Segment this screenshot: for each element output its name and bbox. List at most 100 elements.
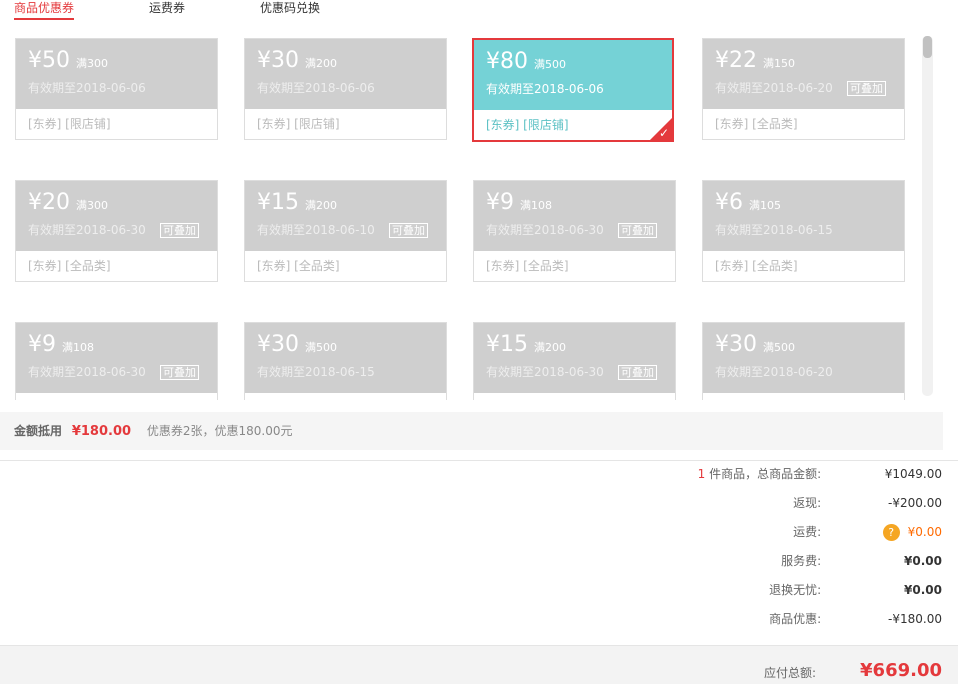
- coupon-amount: ¥30: [715, 332, 757, 357]
- coupon-header: ¥30 满500 有效期至2018-06-20: [703, 323, 904, 393]
- coupon-expiry: 有效期至2018-06-06: [28, 81, 146, 95]
- coupon-amount: ¥15: [257, 190, 299, 215]
- coupon-card[interactable]: ¥15 满200 有效期至2018-06-30 可叠加: [473, 322, 676, 400]
- return-value: ¥0.00: [904, 583, 942, 597]
- return-label: 退换无忧:: [769, 583, 822, 597]
- coupon-card[interactable]: ¥9 满108 有效期至2018-06-30 可叠加 [东券] [全品类]: [473, 180, 676, 282]
- price-row-shipping: 运费: ? ¥0.00: [542, 521, 942, 550]
- stackable-badge: 可叠加: [160, 365, 199, 380]
- coupon-card[interactable]: ¥20 满300 有效期至2018-06-30 可叠加 [东券] [全品类]: [15, 180, 218, 282]
- cashback-label: 返现:: [793, 496, 822, 510]
- divider: [0, 460, 958, 461]
- coupon-expiry: 有效期至2018-06-06: [486, 82, 604, 96]
- tab-product-coupons[interactable]: 商品优惠券: [14, 0, 74, 20]
- coupon-amount: ¥9: [486, 190, 514, 215]
- coupon-tags: [东券] [全品类]: [245, 251, 446, 281]
- coupon-threshold: 满200: [305, 199, 337, 212]
- coupon-expiry: 有效期至2018-06-20: [715, 365, 833, 379]
- coupon-threshold: 满500: [534, 58, 566, 71]
- tab-shipping-coupons[interactable]: 运费券: [149, 0, 189, 20]
- coupon-tags: [东券] [限店铺]: [474, 110, 672, 140]
- scrollbar-thumb[interactable]: [923, 36, 932, 58]
- coupon-list: ¥50 满300 有效期至2018-06-06 [东券] [限店铺] ¥30 满200 有效…: [0, 28, 940, 400]
- coupon-tags: [703, 393, 904, 400]
- coupon-tags: [东券] [限店铺]: [245, 109, 446, 139]
- item-count: 1: [697, 467, 706, 481]
- coupon-card[interactable]: ¥15 满200 有效期至2018-06-10 可叠加 [东券] [全品类]: [244, 180, 447, 282]
- coupon-amount: ¥22: [715, 48, 757, 73]
- coupon-amount: ¥15: [486, 332, 528, 357]
- coupon-card[interactable]: ¥9 满108 有效期至2018-06-30 可叠加: [15, 322, 218, 400]
- coupon-amount: ¥30: [257, 332, 299, 357]
- coupon-threshold: 满300: [76, 57, 108, 70]
- coupon-header: ¥22 满150 有效期至2018-06-20 可叠加: [703, 39, 904, 109]
- price-breakdown: 1 件商品，总商品金额: ¥1049.00 返现: -¥200.00 运费: ?…: [542, 463, 942, 637]
- help-icon[interactable]: ?: [882, 524, 900, 541]
- coupon-card[interactable]: ¥30 满500 有效期至2018-06-20: [702, 322, 905, 400]
- checkmark-icon: ✓: [658, 126, 669, 140]
- total-value: ¥1049.00: [884, 467, 942, 481]
- coupon-tags: [东券] [限店铺]: [16, 109, 217, 139]
- total-bar: 应付总额: ¥669.00: [0, 645, 958, 684]
- coupon-card[interactable]: ¥6 满105 有效期至2018-06-15 [东券] [全品类]: [702, 180, 905, 282]
- coupon-tags: [245, 393, 446, 400]
- stackable-badge: 可叠加: [618, 365, 657, 380]
- coupon-card[interactable]: ¥30 满500 有效期至2018-06-15: [244, 322, 447, 400]
- summary-desc: 优惠券2张，优惠180.00元: [146, 424, 293, 438]
- coupon-card[interactable]: ¥22 满150 有效期至2018-06-20 可叠加 [东券] [全品类]: [702, 38, 905, 140]
- coupon-expiry: 有效期至2018-06-15: [257, 365, 375, 379]
- coupon-header: ¥9 满108 有效期至2018-06-30 可叠加: [474, 181, 675, 251]
- coupon-tags: [474, 393, 675, 400]
- service-value: ¥0.00: [904, 554, 942, 568]
- coupon-tags: [东券] [全品类]: [703, 109, 904, 139]
- coupon-threshold: 满150: [763, 57, 795, 70]
- stackable-badge: 可叠加: [160, 223, 199, 238]
- coupon-tags: [16, 393, 217, 400]
- price-row-total: 1 件商品，总商品金额: ¥1049.00: [542, 463, 942, 492]
- price-row-service: 服务费: ¥0.00: [542, 550, 942, 579]
- coupon-header: ¥15 满200 有效期至2018-06-30 可叠加: [474, 323, 675, 393]
- coupon-threshold: 满300: [76, 199, 108, 212]
- coupon-header: ¥30 满500 有效期至2018-06-15: [245, 323, 446, 393]
- coupon-threshold: 满105: [749, 199, 781, 212]
- coupon-card[interactable]: ¥80 满500 有效期至2018-06-06 [东券] [限店铺] ✓: [472, 38, 674, 142]
- stackable-badge: 可叠加: [389, 223, 428, 238]
- summary-amount: ¥180.00: [71, 424, 132, 439]
- coupon-amount: ¥9: [28, 332, 56, 357]
- coupon-expiry: 有效期至2018-06-15: [715, 223, 833, 237]
- coupon-header: ¥20 满300 有效期至2018-06-30 可叠加: [16, 181, 217, 251]
- coupon-amount: ¥50: [28, 48, 70, 73]
- price-row-cashback: 返现: -¥200.00: [542, 492, 942, 521]
- payable-label: 应付总额:: [763, 666, 816, 680]
- coupon-tags: [东券] [全品类]: [703, 251, 904, 281]
- coupon-expiry: 有效期至2018-06-06: [257, 81, 375, 95]
- stackable-badge: 可叠加: [618, 223, 657, 238]
- coupon-card[interactable]: ¥30 满200 有效期至2018-06-06 [东券] [限店铺]: [244, 38, 447, 140]
- coupon-header: ¥30 满200 有效期至2018-06-06: [245, 39, 446, 109]
- coupon-header: ¥50 满300 有效期至2018-06-06: [16, 39, 217, 109]
- coupon-threshold: 满500: [305, 341, 337, 354]
- shipping-value: ¥0.00: [907, 525, 942, 539]
- coupon-amount: ¥20: [28, 190, 70, 215]
- coupon-amount: ¥30: [257, 48, 299, 73]
- discount-value: -¥180.00: [888, 612, 942, 626]
- coupon-amount: ¥80: [486, 49, 528, 74]
- tab-promo-code[interactable]: 优惠码兑换: [260, 0, 330, 20]
- coupon-header: ¥15 满200 有效期至2018-06-10 可叠加: [245, 181, 446, 251]
- coupon-card[interactable]: ¥50 满300 有效期至2018-06-06 [东券] [限店铺]: [15, 38, 218, 140]
- coupon-header: ¥6 满105 有效期至2018-06-15: [703, 181, 904, 251]
- coupon-header: ¥80 满500 有效期至2018-06-06: [474, 40, 672, 110]
- coupon-threshold: 满500: [763, 341, 795, 354]
- coupon-amount: ¥6: [715, 190, 743, 215]
- summary-label: 金额抵用: [14, 424, 63, 438]
- coupon-threshold: 满200: [305, 57, 337, 70]
- cashback-value: -¥200.00: [888, 496, 942, 510]
- price-row-return: 退换无忧: ¥0.00: [542, 579, 942, 608]
- coupon-scrollbar[interactable]: [922, 36, 933, 396]
- price-row-discount: 商品优惠: -¥180.00: [542, 608, 942, 637]
- coupon-tags: [东券] [全品类]: [16, 251, 217, 281]
- coupon-threshold: 满108: [62, 341, 94, 354]
- coupon-threshold: 满200: [534, 341, 566, 354]
- shipping-label: 运费:: [793, 525, 822, 539]
- discount-label: 商品优惠:: [769, 612, 822, 626]
